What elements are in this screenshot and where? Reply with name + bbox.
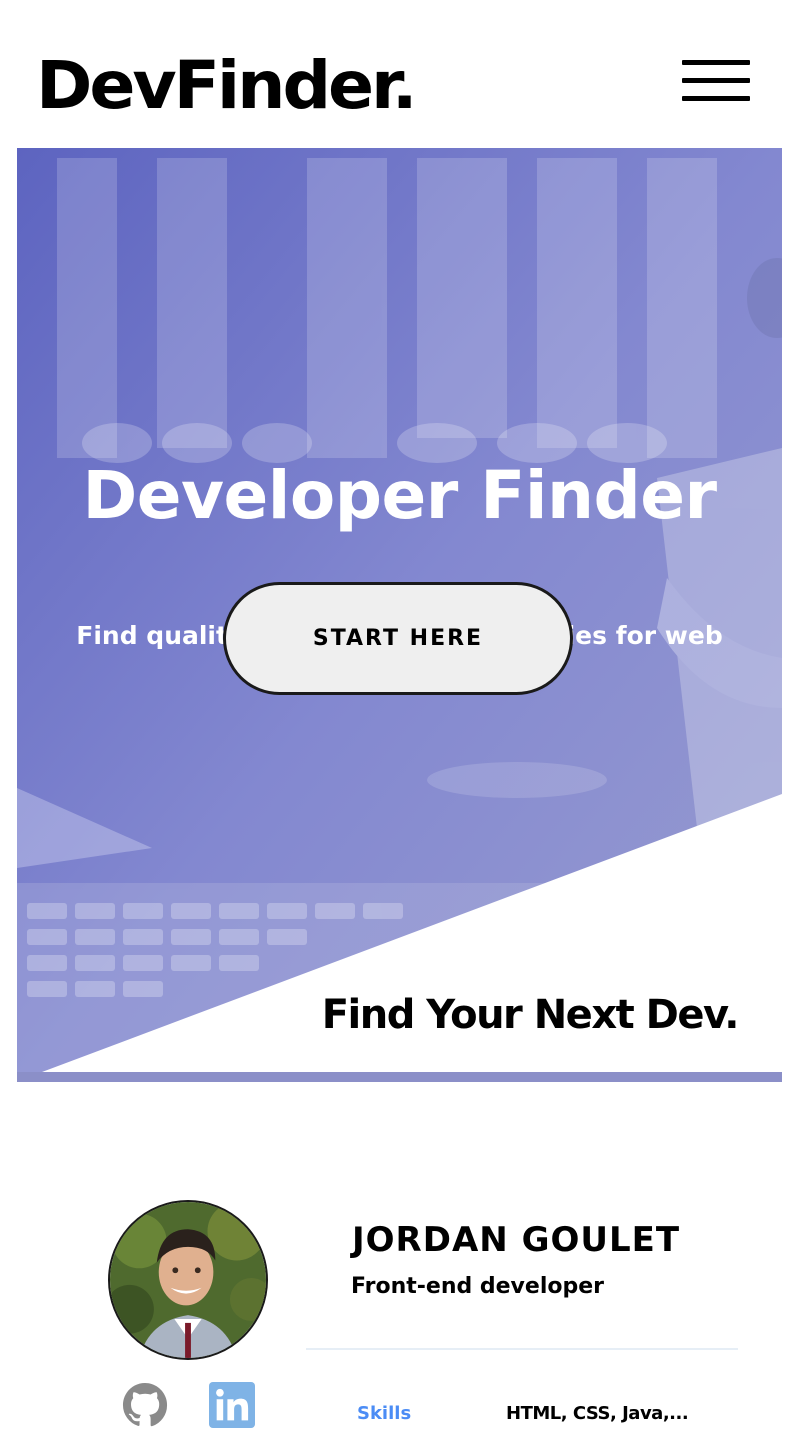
- hero-tagline: Find Your Next Dev.: [321, 992, 740, 1038]
- card-divider: [306, 1348, 738, 1350]
- hero-bottom-band: [17, 1072, 782, 1082]
- linkedin-icon[interactable]: [209, 1382, 255, 1428]
- site-logo[interactable]: DevFinder.: [36, 46, 418, 126]
- menu-line: [682, 60, 750, 65]
- hero-section: Developer Finder Find quality freelancer…: [17, 148, 782, 1082]
- avatar[interactable]: [108, 1200, 268, 1360]
- skills-tab[interactable]: Skills: [357, 1400, 411, 1428]
- skills-value: HTML, CSS, Java,...: [506, 1403, 689, 1424]
- github-icon[interactable]: [122, 1382, 168, 1428]
- developer-card[interactable]: JORDAN GOULET Front-end developer Skills…: [0, 1082, 800, 1435]
- developer-name: JORDAN GOULET: [352, 1220, 681, 1260]
- hero-title: Developer Finder: [82, 457, 717, 534]
- menu-line: [682, 78, 750, 83]
- hamburger-menu-icon[interactable]: [682, 58, 750, 104]
- developer-role: Front-end developer: [351, 1274, 604, 1299]
- menu-line: [682, 96, 750, 101]
- developer-photo: [110, 1202, 266, 1358]
- site-header: DevFinder.: [0, 0, 800, 148]
- start-here-button[interactable]: START HERE: [223, 582, 573, 695]
